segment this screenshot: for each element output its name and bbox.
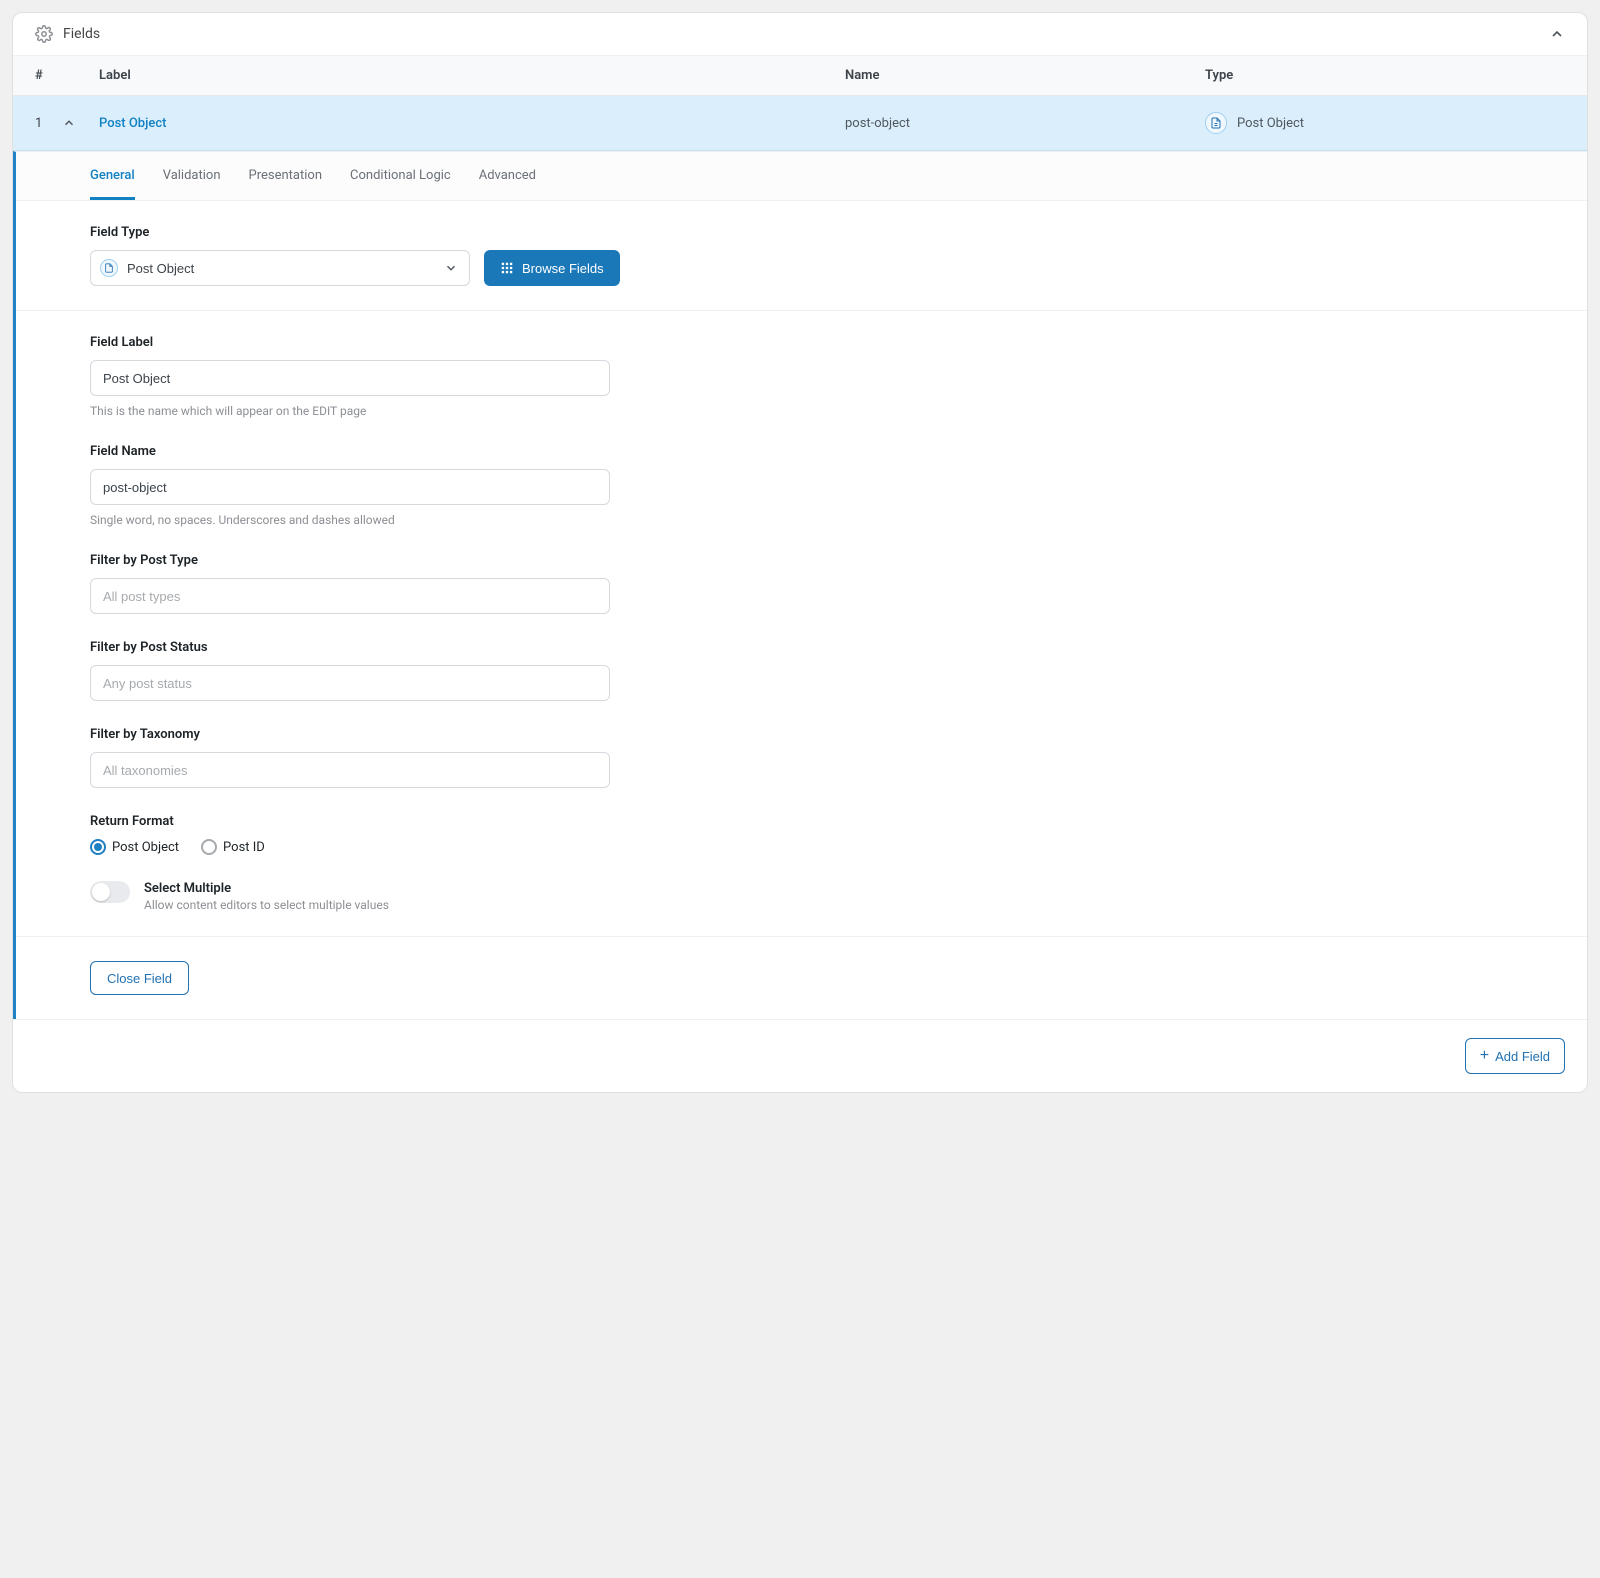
- browse-fields-button[interactable]: Browse Fields: [484, 250, 620, 286]
- select-multiple-toggle[interactable]: [90, 881, 130, 903]
- row-name: post-object: [845, 116, 910, 131]
- select-multiple-title: Select Multiple: [144, 881, 389, 896]
- field-type-label: Field Type: [90, 225, 1513, 240]
- tab-general[interactable]: General: [90, 152, 135, 200]
- row-label[interactable]: Post Object: [99, 116, 166, 131]
- field-label-label: Field Label: [90, 335, 1513, 350]
- filter-taxonomy-label: Filter by Taxonomy: [90, 727, 1513, 742]
- add-field-label: Add Field: [1495, 1049, 1550, 1064]
- field-label-input[interactable]: [90, 360, 610, 396]
- browse-fields-label: Browse Fields: [522, 261, 604, 276]
- field-name-label: Field Name: [90, 444, 1513, 459]
- close-field-button[interactable]: Close Field: [90, 961, 189, 995]
- filter-post-type-input[interactable]: [90, 578, 610, 614]
- field-name-help: Single word, no spaces. Underscores and …: [90, 513, 1513, 527]
- return-format-post-object-label: Post Object: [112, 840, 179, 855]
- panel-title: Fields: [63, 26, 100, 42]
- col-num-header: #: [35, 68, 99, 83]
- columns-header: # Label Name Type: [13, 56, 1587, 96]
- tab-validation[interactable]: Validation: [163, 152, 221, 200]
- panel-header: Fields: [13, 13, 1587, 56]
- col-type-header: Type: [1205, 68, 1565, 83]
- row-type-label: Post Object: [1237, 116, 1304, 131]
- filter-taxonomy-input[interactable]: [90, 752, 610, 788]
- field-name-input[interactable]: [90, 469, 610, 505]
- field-row[interactable]: 1 Post Object post-object Post Object: [13, 96, 1587, 151]
- row-type: Post Object: [1205, 112, 1565, 134]
- tab-advanced[interactable]: Advanced: [479, 152, 536, 200]
- fields-gear-icon: [35, 25, 53, 43]
- filter-post-status-input[interactable]: [90, 665, 610, 701]
- return-format-post-object[interactable]: Post Object: [90, 839, 179, 855]
- filter-post-type-label: Filter by Post Type: [90, 553, 1513, 568]
- col-name-header: Name: [845, 68, 1205, 83]
- tab-presentation[interactable]: Presentation: [249, 152, 323, 200]
- field-label-help: This is the name which will appear on th…: [90, 404, 1513, 418]
- collapse-panel-icon[interactable]: [1549, 26, 1565, 42]
- grid-icon: [500, 261, 514, 275]
- panel-footer: + Add Field: [13, 1019, 1587, 1092]
- field-settings-section: Field Label This is the name which will …: [16, 311, 1587, 937]
- return-format-post-id[interactable]: Post ID: [201, 839, 265, 855]
- fields-panel: Fields # Label Name Type 1 Post Object p…: [12, 12, 1588, 1093]
- row-number: 1: [35, 116, 42, 131]
- add-field-button[interactable]: + Add Field: [1465, 1038, 1565, 1074]
- filter-post-status-label: Filter by Post Status: [90, 640, 1513, 655]
- field-type-section: Field Type: [16, 201, 1587, 311]
- return-format-label: Return Format: [90, 814, 1513, 829]
- chevron-down-icon: [444, 261, 458, 275]
- tab-conditional-logic[interactable]: Conditional Logic: [350, 152, 451, 200]
- post-object-icon: [100, 259, 118, 277]
- row-collapse-icon[interactable]: [62, 116, 82, 130]
- col-label-header: Label: [99, 68, 845, 83]
- field-editor: General Validation Presentation Conditio…: [13, 151, 1587, 1019]
- editor-tabs: General Validation Presentation Conditio…: [16, 152, 1587, 201]
- field-type-value[interactable]: [90, 250, 470, 286]
- return-format-post-id-label: Post ID: [223, 840, 265, 855]
- post-object-icon: [1205, 112, 1227, 134]
- plus-icon: +: [1480, 1048, 1489, 1064]
- field-type-select[interactable]: [90, 250, 470, 286]
- select-multiple-desc: Allow content editors to select multiple…: [144, 898, 389, 912]
